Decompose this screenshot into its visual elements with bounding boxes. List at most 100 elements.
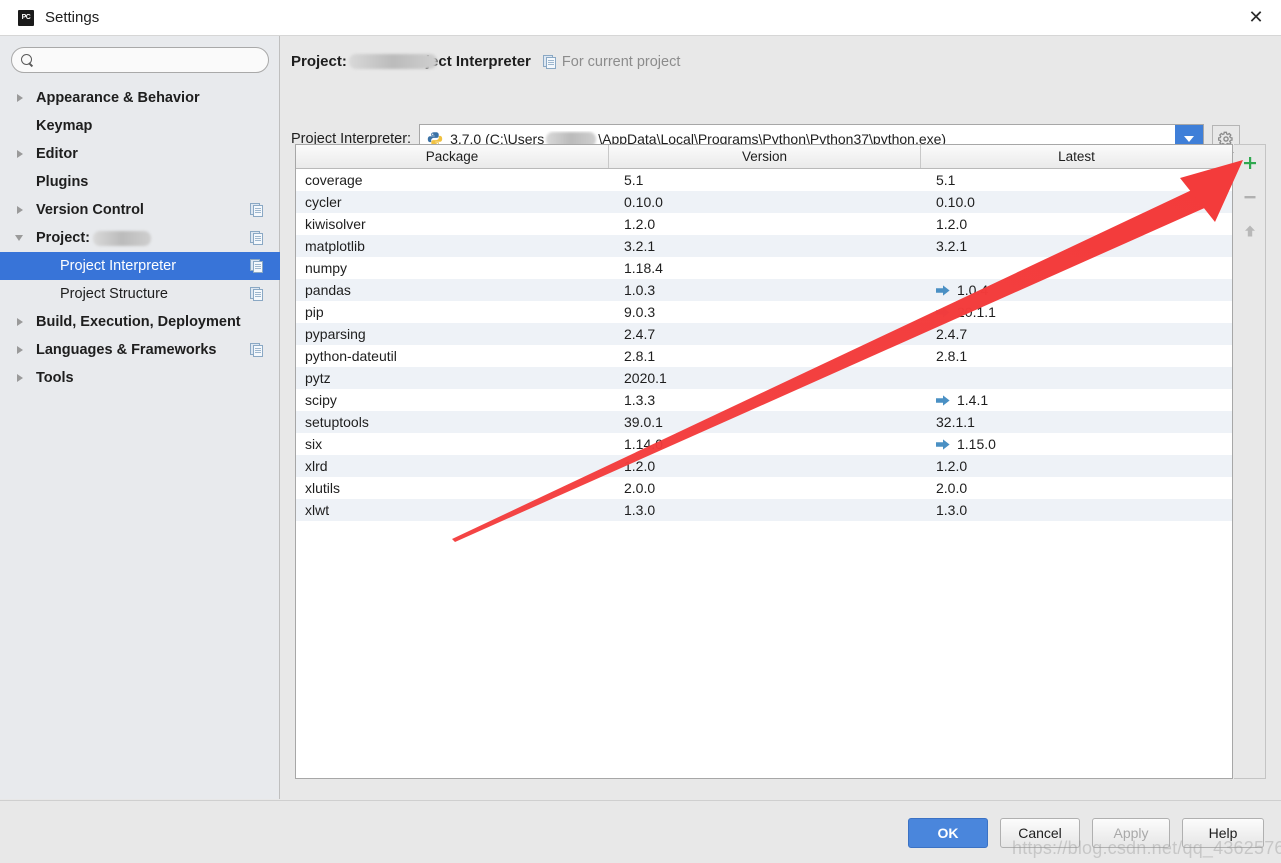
main-panel: Project: roject Interpreter For current … [281, 36, 1281, 799]
cell-latest-text: 1.0.4 [957, 282, 989, 298]
update-available-icon [936, 394, 950, 406]
redacted-project-name [348, 54, 437, 69]
cancel-button[interactable]: Cancel [1000, 818, 1080, 848]
cell-latest: 1.0.4 [920, 282, 1232, 298]
sidebar-item-keymap[interactable]: Keymap [0, 112, 280, 140]
help-button[interactable]: Help [1182, 818, 1264, 848]
cell-package: pandas [305, 282, 351, 298]
sidebar-item-appearance-behavior[interactable]: Appearance & Behavior [0, 84, 280, 112]
search-input[interactable] [39, 52, 258, 68]
sidebar-item-label: Project Structure [60, 286, 168, 302]
sidebar-item-label: Project: [36, 230, 90, 246]
table-row[interactable]: xlwt 1.3.0 1.3.0 [296, 499, 1232, 521]
settings-dialog: PC Settings ✕ Appearance & Behavior Keyma… [0, 0, 1281, 863]
cell-package: xlwt [305, 502, 330, 518]
sidebar-item-plugins[interactable]: Plugins [0, 168, 280, 196]
update-available-icon [936, 284, 950, 296]
chevron-right-icon[interactable] [14, 371, 28, 385]
sidebar-item-tools[interactable]: Tools [0, 364, 280, 392]
apply-button: Apply [1092, 818, 1170, 848]
table-row[interactable]: cycler 0.10.0 0.10.0 [296, 191, 1232, 213]
add-package-button[interactable] [1236, 149, 1264, 177]
table-row[interactable]: numpy 1.18.4 [296, 257, 1232, 279]
plus-icon [1243, 157, 1256, 169]
column-header-latest[interactable]: Latest [920, 145, 1232, 168]
chevron-down-icon[interactable] [14, 231, 28, 245]
minus-icon [1244, 196, 1255, 199]
column-header-version[interactable]: Version [608, 145, 920, 168]
ok-button[interactable]: OK [908, 818, 988, 848]
table-row[interactable]: pyparsing 2.4.7 2.4.7 [296, 323, 1232, 345]
cell-version: 1.3.0 [624, 502, 656, 518]
table-row[interactable]: pytz 2020.1 [296, 367, 1232, 389]
cell-latest-text: 2.0.0 [936, 480, 968, 496]
table-row[interactable]: scipy 1.3.3 1.4.1 [296, 389, 1232, 411]
table-row[interactable]: setuptools 39.0.1 32.1.1 [296, 411, 1232, 433]
search-box[interactable] [11, 47, 269, 73]
close-icon[interactable]: ✕ [1231, 0, 1281, 35]
cell-latest: 5.1 [920, 172, 1232, 188]
cell-latest: 3.2.1 [920, 238, 1232, 254]
cell-package: six [305, 436, 323, 452]
copy-icon[interactable] [250, 287, 264, 301]
copy-icon[interactable] [250, 203, 264, 217]
table-row[interactable]: coverage 5.1 5.1 [296, 169, 1232, 191]
cell-version: 9.0.3 [624, 304, 656, 320]
table-row[interactable]: python-dateutil 2.8.1 2.8.1 [296, 345, 1232, 367]
cell-version: 2.8.1 [624, 348, 656, 364]
upgrade-package-button[interactable] [1236, 217, 1264, 245]
table-row[interactable]: pandas 1.0.3 1.0.4 [296, 279, 1232, 301]
cell-version: 1.3.3 [624, 392, 656, 408]
cell-package: matplotlib [305, 238, 365, 254]
table-row[interactable]: matplotlib 3.2.1 3.2.1 [296, 235, 1232, 257]
cell-version: 39.0.1 [624, 414, 663, 430]
cell-version: 0.10.0 [624, 194, 663, 210]
cell-latest: 32.1.1 [920, 414, 1232, 430]
sidebar-item-editor[interactable]: Editor [0, 140, 280, 168]
chevron-right-icon[interactable] [14, 203, 28, 217]
sidebar-item-label: Appearance & Behavior [36, 90, 200, 106]
for-current-project-text: For current project [561, 53, 681, 70]
copy-icon[interactable] [250, 343, 264, 357]
sidebar-item-label: Keymap [36, 118, 93, 134]
sidebar-item-project[interactable]: Project: [0, 224, 280, 252]
table-row[interactable]: xlrd 1.2.0 1.2.0 [296, 455, 1232, 477]
table-row[interactable]: xlutils 2.0.0 2.0.0 [296, 477, 1232, 499]
chevron-right-icon[interactable] [14, 91, 28, 105]
cell-latest: 1.15.0 [920, 436, 1232, 452]
table-row[interactable]: kiwisolver 1.2.0 1.2.0 [296, 213, 1232, 235]
dialog-footer: OK Cancel Apply Help [0, 800, 1281, 863]
settings-tree: Appearance & Behavior Keymap Editor Plugins… [0, 84, 280, 392]
sidebar-item-languages-frameworks[interactable]: Languages & Frameworks [0, 336, 280, 364]
sidebar-item-project-interpreter[interactable]: Project Interpreter [0, 252, 280, 280]
table-row[interactable]: six 1.14.0 1.15.0 [296, 433, 1232, 455]
update-available-icon [936, 306, 950, 318]
chevron-right-icon[interactable] [14, 315, 28, 329]
copy-icon[interactable] [250, 259, 264, 273]
sidebar-item-version-control[interactable]: Version Control [0, 196, 280, 224]
settings-sidebar: Appearance & Behavior Keymap Editor Plugins… [0, 36, 280, 799]
cell-latest: 0.10.0 [920, 194, 1232, 210]
cell-latest: 2.8.1 [920, 348, 1232, 364]
sidebar-item-build-execution-deployment[interactable]: Build, Execution, Deployment [0, 308, 280, 336]
sidebar-item-project-structure[interactable]: Project Structure [0, 280, 280, 308]
cell-latest: 2.0.0 [920, 480, 1232, 496]
cell-latest: 2.4.7 [920, 326, 1232, 342]
cell-package: xlutils [305, 480, 341, 496]
cell-latest-text: 1.2.0 [936, 458, 968, 474]
remove-package-button[interactable] [1236, 183, 1264, 211]
chevron-right-icon[interactable] [14, 147, 28, 161]
copy-icon[interactable] [250, 231, 264, 245]
breadcrumb-project: Project: [291, 53, 347, 70]
table-header: Package Version Latest [296, 145, 1232, 169]
column-header-package[interactable]: Package [296, 145, 608, 168]
table-row[interactable]: pip 9.0.3 20.1.1 [296, 301, 1232, 323]
chevron-right-icon[interactable] [14, 343, 28, 357]
cell-latest: 1.2.0 [920, 458, 1232, 474]
cell-package: kiwisolver [305, 216, 366, 232]
cell-package: cycler [305, 194, 342, 210]
cell-package: xlrd [305, 458, 328, 474]
cell-version: 1.2.0 [624, 458, 656, 474]
